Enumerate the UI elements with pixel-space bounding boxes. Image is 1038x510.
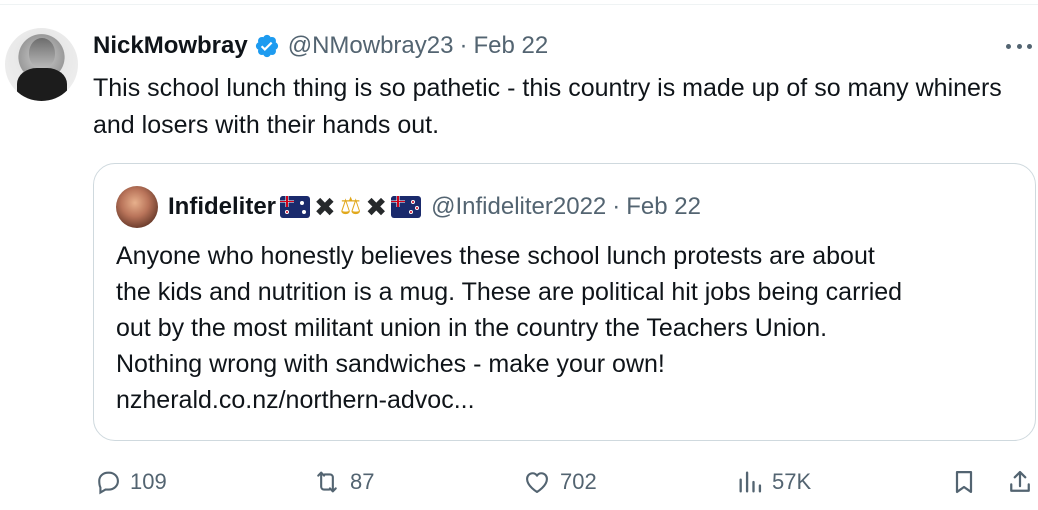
author-avatar[interactable]: [5, 28, 78, 101]
new-zealand-flag-icon: [391, 196, 422, 218]
quoted-tweet[interactable]: Infideliter ✖ ⚖ ✖ @Infideliter2022 · Feb…: [93, 163, 1036, 441]
tweet-actions-bar: 109 87 702 57K: [0, 462, 1038, 502]
quoted-author-avatar: [116, 186, 158, 228]
more-dot: [1016, 43, 1022, 49]
quoted-tweet-date: Feb 22: [626, 193, 701, 220]
more-horizontal-icon[interactable]: [1002, 34, 1036, 58]
views-count: 57K: [772, 469, 812, 494]
quoted-header-separator: ·: [612, 193, 621, 220]
tweet-date[interactable]: Feb 22: [473, 32, 548, 60]
repost-icon: [317, 471, 337, 493]
more-dot: [1006, 43, 1011, 49]
repost-count: 87: [350, 469, 375, 494]
cross-mark-icon: ✖: [314, 192, 336, 222]
quoted-tweet-header: Infideliter ✖ ⚖ ✖ @Infideliter2022 · Feb…: [168, 190, 701, 224]
avatar-head: [29, 38, 55, 68]
reply-count: 109: [130, 469, 167, 494]
quoted-text-line: Nothing wrong with sandwiches - make you…: [116, 350, 665, 378]
quoted-tweet-text: Anyone who honestly believes these schoo…: [116, 238, 1016, 418]
like-count: 702: [560, 469, 597, 494]
share-button[interactable]: [1006, 462, 1034, 502]
australia-flag-icon: [280, 196, 311, 218]
quoted-text-line: the kids and nutrition is a mug. These a…: [116, 278, 903, 306]
quoted-author-handle: @Infideliter2022: [431, 193, 607, 220]
avatar-body: [17, 68, 67, 101]
quoted-text-line: Anyone who honestly believes these schoo…: [116, 242, 875, 270]
bookmark-icon: [955, 470, 973, 494]
cross-mark-icon: ✖: [365, 192, 388, 222]
balance-scale-icon: ⚖: [339, 193, 362, 220]
share-icon: [1010, 470, 1030, 492]
tweet-header: NickMowbray @NMowbray23 · Feb 22: [93, 30, 548, 62]
bookmark-button[interactable]: [950, 462, 978, 502]
header-separator: ·: [459, 32, 468, 59]
tweet-text: This school lunch thing is so pathetic -…: [93, 74, 1002, 139]
author-name[interactable]: NickMowbray: [93, 32, 248, 60]
views-chart-icon: [739, 471, 762, 493]
reply-button[interactable]: 109: [94, 462, 167, 502]
reply-icon: [98, 471, 119, 495]
more-dot: [1027, 43, 1032, 49]
quoted-author-name: Infideliter: [168, 193, 277, 220]
like-button[interactable]: 702: [522, 462, 597, 502]
top-divider: [0, 0, 1038, 5]
heart-icon: [526, 472, 548, 493]
verified-badge-icon: [254, 33, 280, 59]
author-handle[interactable]: @NMowbray23: [288, 32, 454, 60]
quoted-text-line: out by the most militant union in the co…: [116, 314, 828, 342]
views-button[interactable]: 57K: [736, 462, 811, 502]
repost-button[interactable]: 87: [312, 462, 374, 502]
quoted-link[interactable]: nzherald.co.nz/northern-advoc...: [116, 382, 1016, 418]
